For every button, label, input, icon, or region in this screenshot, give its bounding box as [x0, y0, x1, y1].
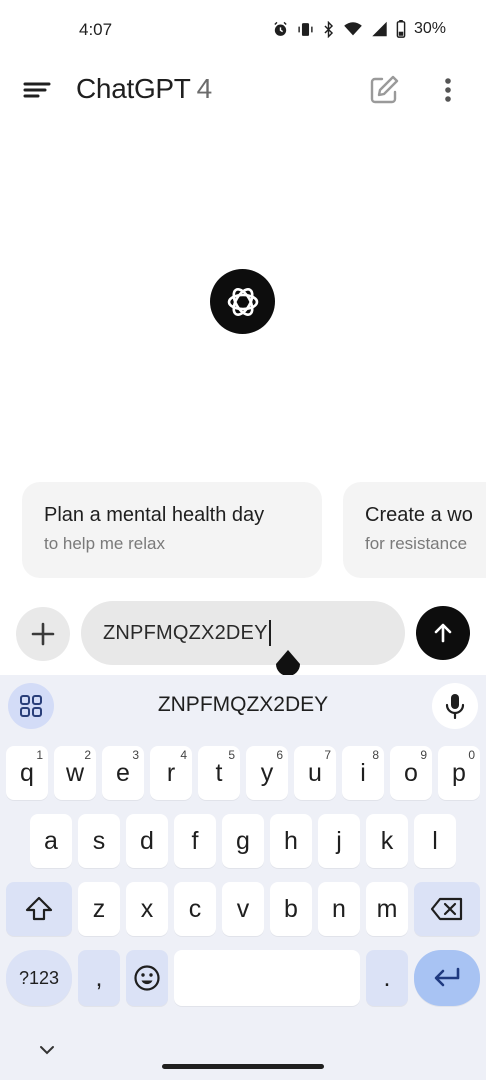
key-a[interactable]: a — [30, 814, 72, 868]
key-i[interactable]: i8 — [342, 746, 384, 800]
menu-button[interactable] — [18, 72, 58, 108]
shift-key[interactable] — [6, 882, 72, 936]
key-t[interactable]: t5 — [198, 746, 240, 800]
voice-input-button[interactable] — [432, 683, 478, 729]
key-u[interactable]: u7 — [294, 746, 336, 800]
key-l[interactable]: l — [414, 814, 456, 868]
attach-button[interactable] — [16, 607, 70, 661]
openai-logo-icon — [227, 287, 258, 316]
comma-key[interactable]: , — [78, 950, 120, 1006]
key-f[interactable]: f — [174, 814, 216, 868]
key-j[interactable]: j — [318, 814, 360, 868]
key-o[interactable]: o9 — [390, 746, 432, 800]
battery-icon — [396, 20, 406, 38]
more-options-button[interactable] — [436, 72, 460, 108]
status-icons: 30% — [272, 20, 446, 38]
key-d[interactable]: d — [126, 814, 168, 868]
enter-key[interactable] — [414, 950, 480, 1006]
key-h[interactable]: h — [270, 814, 312, 868]
key-n[interactable]: n — [318, 882, 360, 936]
space-key[interactable] — [174, 950, 360, 1006]
keyboard — [0, 675, 486, 1080]
emoji-icon — [134, 965, 160, 991]
model-version: 4 — [196, 73, 213, 104]
message-input-text: ZNPFMQZX2DEY — [103, 621, 268, 644]
suggestion-title: Plan a mental health day — [44, 504, 265, 526]
wifi-icon — [343, 21, 363, 37]
suggestion-card[interactable]: Plan a mental health day to help me rela… — [22, 482, 322, 578]
alarm-icon — [272, 21, 289, 38]
text-caret — [268, 620, 271, 646]
hide-keyboard-button[interactable] — [36, 1040, 58, 1060]
key-s[interactable]: s — [78, 814, 120, 868]
chevron-down-icon — [40, 1046, 54, 1055]
signal-icon — [371, 21, 388, 37]
chatgpt-logo — [210, 269, 275, 334]
suggestion-subtitle: to help me relax — [44, 534, 165, 553]
period-key[interactable]: . — [366, 950, 408, 1006]
send-button[interactable] — [416, 606, 470, 660]
key-b[interactable]: b — [270, 882, 312, 936]
backspace-icon — [430, 897, 463, 921]
key-x[interactable]: x — [126, 882, 168, 936]
key-g[interactable]: g — [222, 814, 264, 868]
symbols-key[interactable]: ?123 — [6, 950, 72, 1006]
key-p[interactable]: p0 — [438, 746, 480, 800]
microphone-icon — [445, 694, 465, 719]
suggestion-title: Create a wo — [365, 504, 473, 526]
new-chat-button[interactable] — [366, 72, 402, 108]
key-r[interactable]: r4 — [150, 746, 192, 800]
shift-icon — [25, 896, 53, 921]
key-v[interactable]: v — [222, 882, 264, 936]
backspace-key[interactable] — [414, 882, 480, 936]
emoji-key[interactable] — [126, 950, 168, 1006]
keyboard-suggestion[interactable]: ZNPFMQZX2DEY — [0, 693, 486, 717]
key-y[interactable]: y6 — [246, 746, 288, 800]
key-c[interactable]: c — [174, 882, 216, 936]
menu-icon — [23, 82, 51, 98]
edit-icon — [370, 75, 399, 104]
app-title-text: ChatGPT — [76, 73, 191, 104]
status-time: 4:07 — [79, 20, 113, 39]
arrow-up-icon — [434, 623, 452, 643]
battery-percent: 30% — [413, 20, 446, 37]
suggestion-card[interactable]: Create a wo for resistance — [343, 482, 486, 578]
suggestion-subtitle: for resistance — [365, 534, 468, 553]
key-z[interactable]: z — [78, 882, 120, 936]
key-q[interactable]: q1 — [6, 746, 48, 800]
more-vert-icon — [445, 78, 451, 102]
gesture-nav-bar[interactable] — [162, 1064, 324, 1069]
bluetooth-icon — [322, 20, 335, 38]
message-input[interactable]: ZNPFMQZX2DEY — [81, 601, 405, 665]
vibrate-icon — [297, 21, 314, 38]
enter-icon — [434, 967, 460, 987]
app-title[interactable]: ChatGPT 4 — [76, 73, 212, 105]
key-e[interactable]: e3 — [102, 746, 144, 800]
key-k[interactable]: k — [366, 814, 408, 868]
plus-icon — [31, 622, 55, 646]
key-m[interactable]: m — [366, 882, 408, 936]
key-w[interactable]: w2 — [54, 746, 96, 800]
